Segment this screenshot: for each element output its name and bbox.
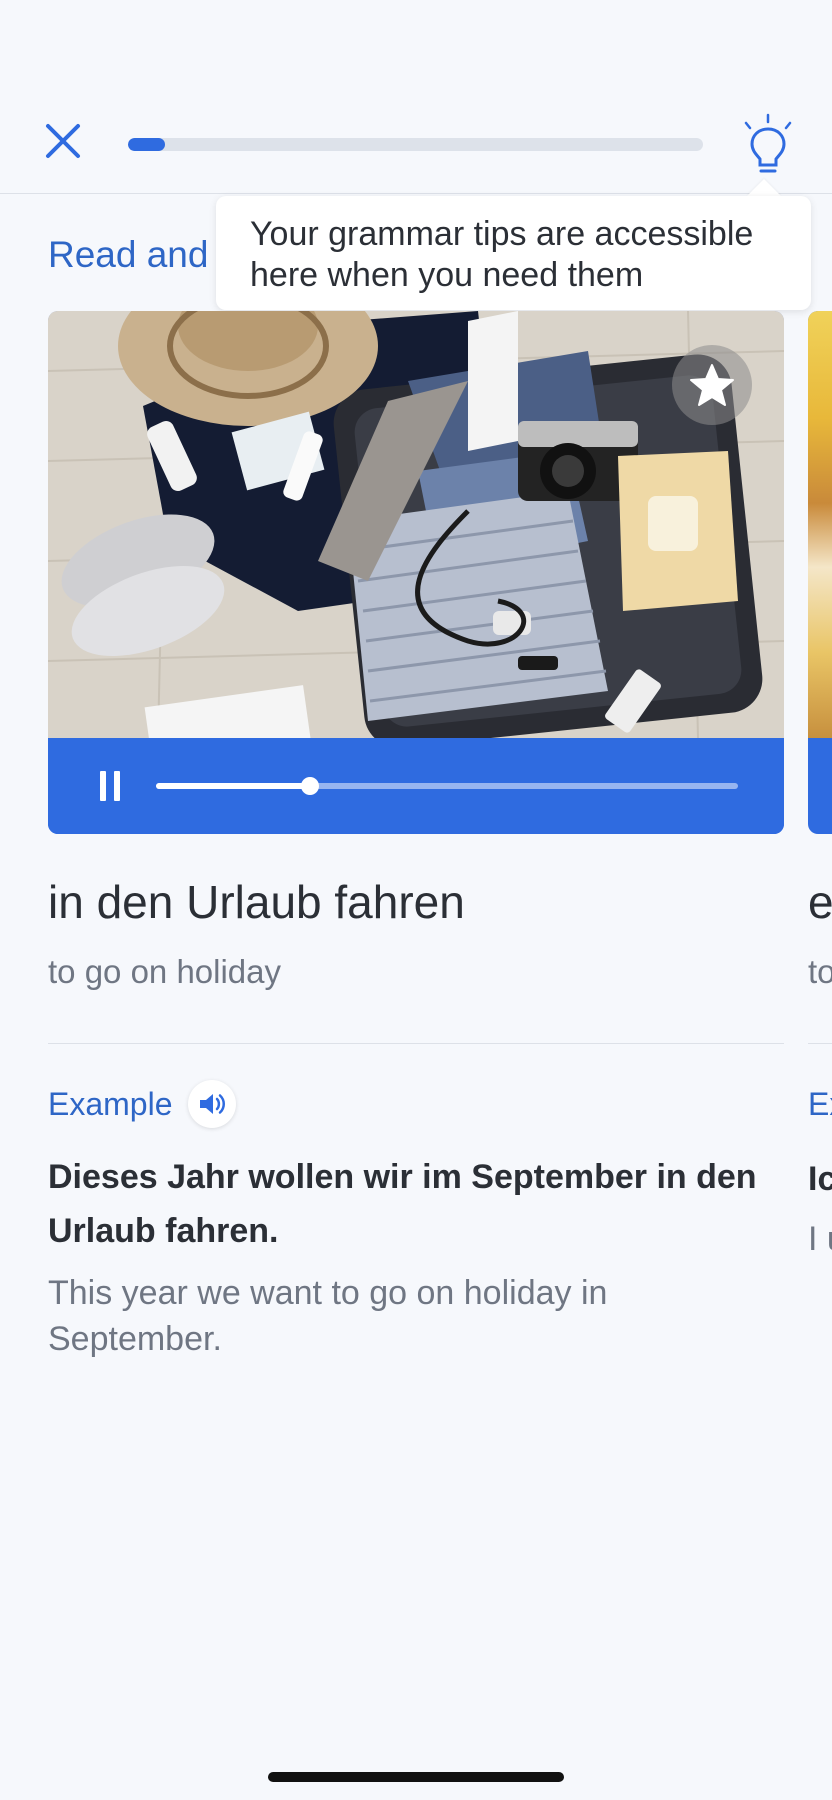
play-example-audio-button[interactable] (188, 1080, 236, 1128)
vocabulary-word: in den Urlaub fahren (48, 876, 465, 928)
example-sentence-english: This year we want to go on holiday in Se… (48, 1274, 608, 1358)
audio-player (48, 738, 784, 834)
close-button[interactable] (40, 118, 86, 164)
next-card-divider (808, 1043, 832, 1044)
example-label: Example (48, 1086, 173, 1122)
favorite-star-button[interactable] (672, 345, 752, 425)
star-icon (690, 364, 734, 406)
card-photo (48, 311, 784, 738)
section-title: Read and (48, 234, 209, 275)
vocabulary-card[interactable] (48, 311, 784, 834)
tooltip-text: Your grammar tips are accessible here wh… (250, 215, 754, 294)
lightbulb-icon (744, 113, 792, 173)
pause-icon-bar (114, 771, 120, 801)
pause-icon-bar (100, 771, 106, 801)
divider (48, 1043, 784, 1044)
speaker-icon (200, 1094, 225, 1114)
home-indicator (268, 1772, 564, 1782)
next-card-peek[interactable] (808, 311, 832, 834)
audio-progress-fill (156, 783, 311, 789)
next-card-word: e (808, 876, 832, 928)
screen: Read and Your grammar tips are accessibl… (0, 0, 832, 1800)
close-icon (46, 124, 80, 158)
grammar-tips-tooltip[interactable]: Your grammar tips are accessible here wh… (216, 196, 811, 310)
top-bar (0, 0, 832, 194)
next-card-translation: to (808, 953, 832, 990)
example-sentence-german: Dieses Jahr wollen wir im September in d… (48, 1158, 757, 1250)
vocabulary-translation: to go on holiday (48, 953, 282, 990)
pause-button[interactable] (90, 766, 130, 806)
next-card-example-english: I u (808, 1220, 832, 1258)
grammar-tips-button[interactable] (738, 112, 798, 178)
lesson-progress-bar (128, 138, 703, 151)
next-card-example-german: Ic (808, 1160, 832, 1198)
audio-scrubber-handle[interactable] (301, 777, 320, 795)
next-card-photo (808, 311, 832, 738)
audio-progress-track[interactable] (156, 777, 738, 795)
lesson-progress-fill (128, 138, 166, 151)
next-card-example-label: Ex (808, 1086, 832, 1122)
